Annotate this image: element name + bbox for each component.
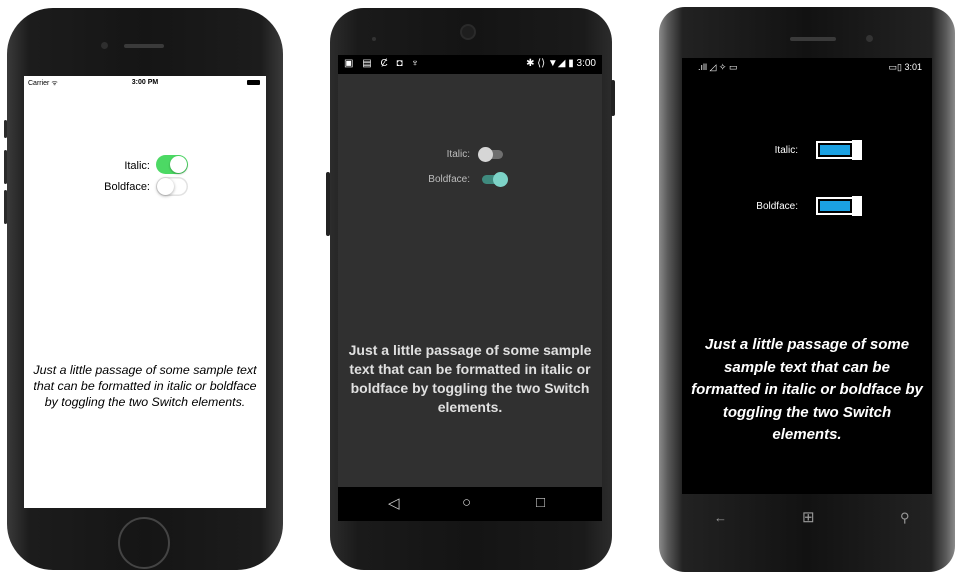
boldface-switch[interactable] <box>816 196 862 216</box>
signal-icons: .ıll ◿ ✧ ▭ <box>698 62 738 72</box>
iphone-volume-up-button <box>4 150 7 184</box>
back-icon[interactable]: ◁ <box>388 494 400 512</box>
ios-status-bar: Carrier ᯤ 3:00 PM <box>24 76 266 90</box>
switch-thumb <box>493 172 508 187</box>
home-button[interactable] <box>118 517 170 569</box>
android-power-button <box>326 172 330 236</box>
windows-phone-camera <box>866 35 873 42</box>
recents-icon[interactable]: □ <box>536 494 545 511</box>
search-icon[interactable]: ⚲ <box>900 510 910 526</box>
sample-passage: Just a little passage of some sample tex… <box>691 336 923 443</box>
iphone-side-button <box>4 120 7 138</box>
wp-time: ▭▯ 3:01 <box>888 62 922 72</box>
iphone-volume-down-button <box>4 190 7 224</box>
italic-switch[interactable] <box>478 147 504 162</box>
iphone-screen: Carrier ᯤ 3:00 PM Italic: Boldface: Just… <box>24 76 266 508</box>
italic-switch[interactable] <box>156 155 188 174</box>
notification-icons: ▣ ▤ Ȼ ◘ ♆ <box>344 58 422 69</box>
windows-phone-status-bar: .ıll ◿ ✧ ▭ ▭▯ 3:01 <box>682 58 932 76</box>
windows-phone-speaker <box>790 37 836 41</box>
boldface-label: Boldface: <box>104 181 150 193</box>
boldface-switch[interactable] <box>482 172 508 187</box>
sample-passage: Just a little passage of some sample tex… <box>33 363 257 409</box>
back-icon[interactable]: ← <box>714 510 727 525</box>
windows-phone-screen: .ıll ◿ ✧ ▭ ▭▯ 3:01 Italic: Boldface: Jus… <box>682 58 932 494</box>
switch-thumb <box>852 140 862 160</box>
android-sensor <box>372 37 376 41</box>
boldface-label: Boldface: <box>428 174 470 185</box>
switch-knob <box>170 156 187 173</box>
switch-fill <box>820 201 850 211</box>
start-icon[interactable]: ⊞ <box>802 508 815 526</box>
boldface-label: Boldface: <box>756 201 798 212</box>
android-camera <box>462 26 474 38</box>
android-nav-bar: ◁ ○ □ <box>338 487 602 521</box>
android-screen: ▣ ▤ Ȼ ◘ ♆ ✱ ⟨⟩ ▼◢ ▮ 3:00 Italic: Boldfac… <box>338 55 602 521</box>
switch-knob <box>157 178 174 195</box>
sample-passage: Just a little passage of some sample tex… <box>348 342 592 415</box>
italic-label: Italic: <box>774 145 798 156</box>
home-icon[interactable]: ○ <box>462 494 471 511</box>
android-status-bar: ▣ ▤ Ȼ ◘ ♆ ✱ ⟨⟩ ▼◢ ▮ 3:00 <box>338 55 602 74</box>
switch-fill <box>820 145 850 155</box>
italic-switch[interactable] <box>816 140 862 160</box>
system-status-icons: ✱ ⟨⟩ ▼◢ ▮ 3:00 <box>526 58 596 69</box>
switch-thumb <box>852 196 862 216</box>
italic-label: Italic: <box>124 160 150 172</box>
windows-phone-nav-bar: ← ⊞ ⚲ <box>682 500 932 542</box>
italic-label: Italic: <box>446 149 470 160</box>
iphone-camera <box>101 42 108 49</box>
iphone-speaker <box>124 44 164 48</box>
android-volume-button <box>611 80 615 116</box>
boldface-switch[interactable] <box>156 177 188 196</box>
ios-time: 3:00 PM <box>131 79 159 86</box>
battery-icon <box>247 80 260 85</box>
switch-thumb <box>478 147 493 162</box>
